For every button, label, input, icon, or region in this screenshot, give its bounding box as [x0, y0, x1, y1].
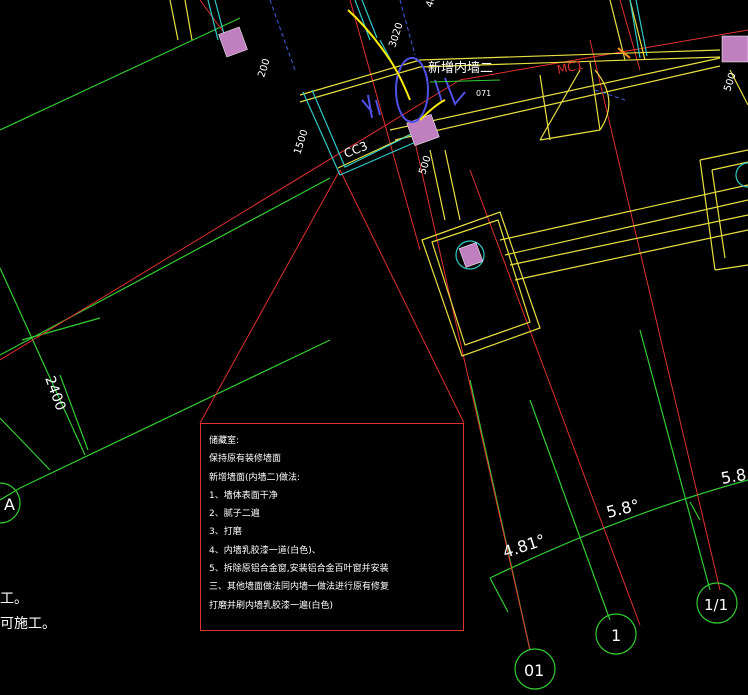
- axis-label-01: 01: [524, 661, 544, 680]
- note-line: 三、其他墙面做法同内墙一做法进行原有修复: [209, 582, 390, 593]
- axis-bubble-A[interactable]: A: [0, 482, 21, 524]
- left-note-1: 工。: [0, 591, 28, 607]
- room-label: 新增内墙二: [428, 60, 493, 76]
- annotation-note-box[interactable]: 储藏室: 保持原有装修墙面 新增墙面(内墙二)做法: 1、墙体表面干净 2、腻子…: [200, 423, 464, 631]
- dim-200: 200: [256, 57, 272, 79]
- axis-bubble-1-1[interactable]: 1/1: [696, 582, 738, 624]
- footing-foundation: [421, 211, 541, 357]
- note-line: 4、内墙乳胶漆一道(白色)、: [209, 545, 321, 556]
- dim-500-right: 500: [722, 71, 738, 93]
- dim-400: 400: [424, 0, 440, 9]
- dim-500-bottom: 500: [417, 154, 433, 176]
- angle-label-2: 5.8°: [604, 495, 641, 522]
- note-line: 2、腻子二遍: [209, 509, 260, 520]
- dim-line-green: [429, 79, 501, 83]
- note-line: 保持原有装修墙面: [209, 454, 282, 465]
- note-line: 5、拆除原铝合金窗,安装铝合金百叶窗并安装: [209, 564, 389, 575]
- cyan-walls: [207, 0, 748, 270]
- angle-label-1: 4.81°: [500, 530, 547, 562]
- yellow-walls: [169, 0, 748, 281]
- angle-label-3: 5.8: [719, 465, 747, 488]
- note-line: 储藏室:: [209, 436, 240, 446]
- dim-1500-left: 1500: [292, 128, 310, 156]
- dim-3020: 3020: [387, 21, 405, 49]
- dim-071: 071: [476, 89, 491, 98]
- note-line: 1、墙体表面干净: [209, 490, 278, 501]
- axis-bubble-1[interactable]: 1: [595, 613, 637, 655]
- note-line: 3、打磨: [209, 527, 242, 538]
- note-line: 打磨并刷内墙乳胶漆一遍(白色): [209, 600, 334, 611]
- axis-label-A: A: [4, 495, 15, 514]
- axis-label-1: 1: [611, 626, 621, 645]
- note-line: 新增墙面(内墙二)做法:: [209, 472, 301, 483]
- axis-label-1-1: 1/1: [704, 596, 728, 614]
- dim-2400: 2400: [41, 374, 68, 413]
- left-note-2: 可施工。: [0, 616, 56, 632]
- door-label: MC1: [556, 58, 585, 77]
- axis-bubble-01[interactable]: 01: [514, 648, 556, 690]
